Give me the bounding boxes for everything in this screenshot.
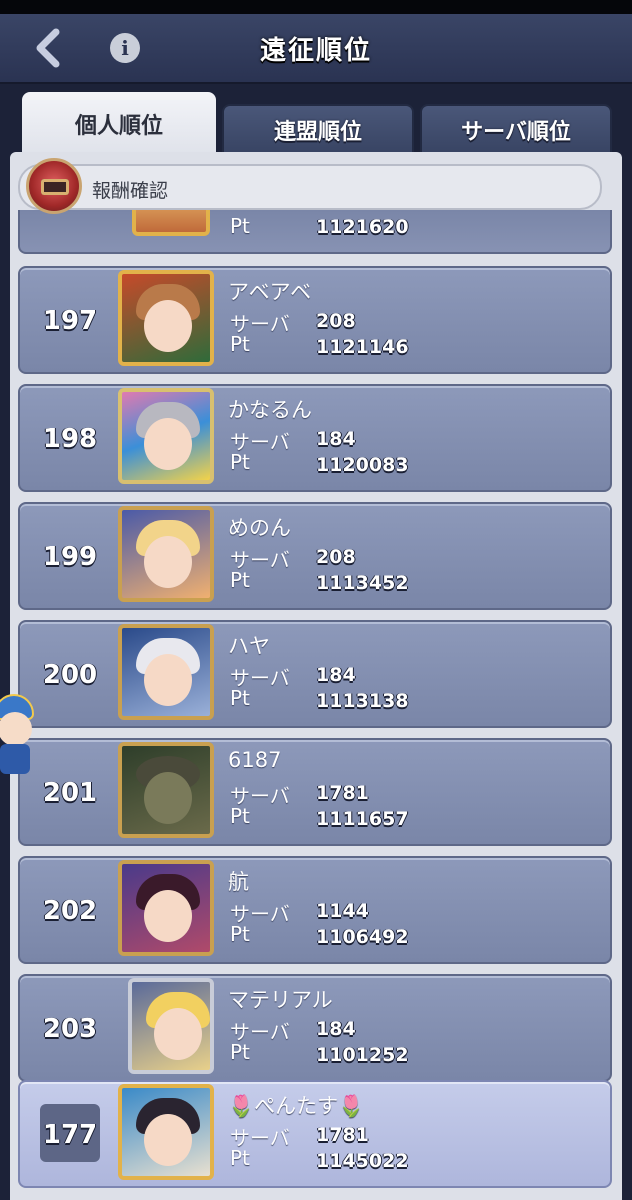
server-value: 184: [316, 1018, 356, 1040]
pt-value: 1101252: [316, 1044, 409, 1066]
pt-label: Pt: [230, 686, 250, 710]
rank-number: 198: [42, 424, 98, 454]
pt-value: 1113138: [316, 690, 409, 712]
floating-character-icon[interactable]: [0, 694, 38, 776]
pt-label: Pt: [230, 1146, 250, 1170]
server-value: 184: [316, 428, 356, 450]
tab-server-rank[interactable]: サーバ順位: [420, 104, 612, 156]
player-name: 6187: [228, 748, 282, 772]
ranking-row[interactable]: 203 マテリアル サーバ 184 Pt 1101252: [18, 974, 612, 1082]
ranking-row[interactable]: 198 かなるん サーバ 184 Pt 1120083: [18, 384, 612, 492]
pt-value: 1145022: [316, 1150, 409, 1172]
player-name: めのん: [228, 516, 291, 540]
player-name: アベアベ: [228, 280, 312, 304]
rank-number: 203: [42, 1014, 98, 1044]
player-avatar: [118, 742, 214, 838]
rank-number: 201: [42, 778, 98, 808]
ranking-panel: Pt 1121620 報酬確認 197 アベアベ サーバ 208 Pt 1121…: [10, 152, 622, 1200]
player-name: ハヤ: [228, 634, 270, 658]
pt-value: 1120083: [316, 454, 409, 476]
my-rank-number: 177: [42, 1120, 98, 1150]
player-avatar: [118, 388, 214, 484]
tab-personal-rank[interactable]: 個人順位: [22, 92, 216, 156]
server-value: 184: [316, 664, 356, 686]
pt-value: 1113452: [316, 572, 409, 594]
pt-label: Pt: [230, 568, 250, 592]
pt-value: 1111657: [316, 808, 409, 830]
rank-number: 202: [42, 896, 98, 926]
rank-number: 199: [42, 542, 98, 572]
server-value: 208: [316, 546, 356, 568]
tab-alliance-rank[interactable]: 連盟順位: [222, 104, 414, 156]
ranking-row[interactable]: 199 めのん サーバ 208 Pt 1113452: [18, 502, 612, 610]
pt-value: 1121146: [316, 336, 409, 358]
player-avatar: [128, 978, 214, 1074]
reward-check-label: 報酬確認: [92, 180, 169, 202]
player-name: マテリアル: [228, 988, 333, 1012]
tab-bar: 個人順位 連盟順位 サーバ順位: [0, 84, 632, 156]
pt-label: Pt: [230, 450, 250, 474]
player-avatar: [118, 624, 214, 720]
rank-number: 200: [42, 660, 98, 690]
ranking-row[interactable]: 202 航 サーバ 1144 Pt 1106492: [18, 856, 612, 964]
server-value: 1781: [316, 1124, 369, 1146]
server-value: 208: [316, 310, 356, 332]
my-ranking-row[interactable]: 177 🌷ぺんたす🌷 サーバ 1781 Pt 1145022: [18, 1080, 612, 1188]
player-name: 航: [228, 870, 249, 894]
ranking-row[interactable]: 201 6187 サーバ 1781 Pt 1111657: [18, 738, 612, 846]
pt-value: 1106492: [316, 926, 409, 948]
pt-label: Pt: [230, 1040, 250, 1064]
rank-number: 197: [42, 306, 98, 336]
status-strip: [0, 0, 632, 14]
player-avatar: [118, 270, 214, 366]
player-avatar: [118, 1084, 214, 1180]
ranking-row-partial[interactable]: Pt 1121620: [18, 210, 612, 254]
page-title: 遠征順位: [259, 36, 372, 66]
ranking-row[interactable]: 197 アベアベ サーバ 208 Pt 1121146: [18, 266, 612, 374]
pt-label: Pt: [230, 804, 250, 828]
ranking-row[interactable]: 200 ハヤ サーバ 184 Pt 1113138: [18, 620, 612, 728]
player-avatar: [118, 860, 214, 956]
player-name: かなるん: [228, 398, 312, 422]
pt-label: Pt: [230, 332, 250, 356]
pt-label: Pt: [230, 214, 250, 238]
player-name: 🌷ぺんたす🌷: [228, 1094, 365, 1118]
server-value: 1144: [316, 900, 369, 922]
reward-check-button[interactable]: 報酬確認: [18, 158, 602, 214]
header-bar: i 遠征順位: [0, 14, 632, 84]
pt-label: Pt: [230, 922, 250, 946]
treasure-chest-icon: [26, 158, 82, 214]
player-avatar: [132, 210, 210, 236]
server-value: 1781: [316, 782, 369, 804]
pt-value: 1121620: [316, 216, 409, 238]
player-avatar: [118, 506, 214, 602]
